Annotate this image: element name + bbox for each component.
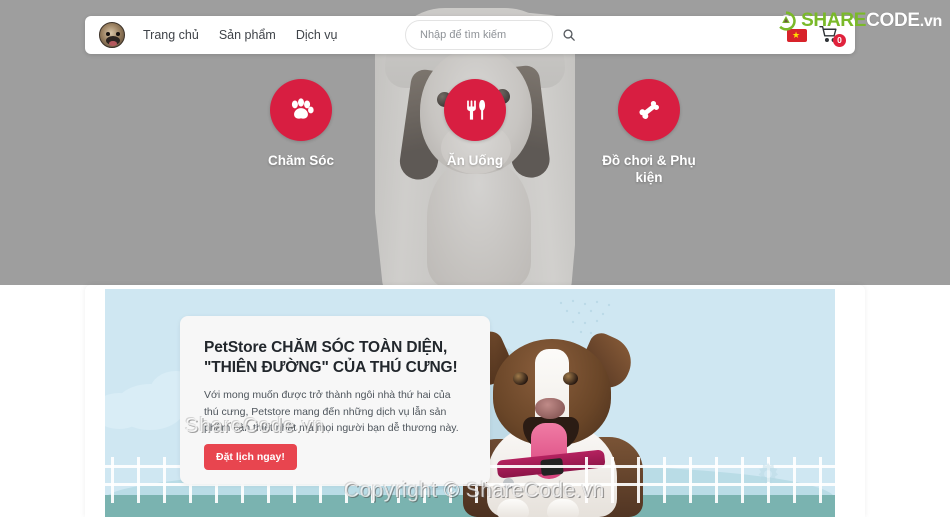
promo-banner-card: PetStore CHĂM SÓC TOÀN DIỆN, "THIÊN ĐƯỜN… [85,285,865,517]
shopping-cart-icon[interactable]: 0 [819,25,846,47]
promo-banner: PetStore CHĂM SÓC TOÀN DIỆN, "THIÊN ĐƯỜN… [105,289,835,517]
nav-item-dich-vu[interactable]: Dịch vụ [296,28,338,42]
search-input[interactable] [420,29,562,41]
banner-headline: PetStore CHĂM SÓC TOÀN DIỆN, "THIÊN ĐƯỜN… [204,338,466,378]
category-circle[interactable] [618,79,680,141]
fence-post [611,457,614,503]
site-header: Trang chủ Sản phẩm Dịch vụ ★ [85,16,855,54]
fork-knife-icon [461,96,489,124]
bone-toy-icon [635,96,663,124]
vietnam-flag-icon[interactable]: ★ [787,28,807,42]
nav-item-trang-chu[interactable]: Trang chủ [143,28,199,42]
category-circle[interactable] [444,79,506,141]
fence-post [793,457,796,503]
flag-star: ★ [792,29,801,40]
avatar-tongue [109,41,117,46]
header-right-actions: ★ 0 [787,16,846,54]
fence-post [137,457,140,503]
nav-item-san-pham[interactable]: Sản phẩm [219,28,276,42]
banner-headline-line1: PetStore CHĂM SÓC TOÀN DIỆN, [204,339,448,356]
category-label: Đồ chơi & Phụ kiện [602,153,696,185]
fence-post [689,457,692,503]
fence-post [637,457,640,503]
category-item-an-uong[interactable]: Ăn Uống [420,79,530,186]
page-root: Chăm Sóc Ăn Uống Đồ chơi & Phụ kiện Tran… [0,0,950,517]
banner-paragraph: Với mong muốn được trở thành ngôi nhà th… [204,389,459,434]
dog-nose [535,398,565,419]
fence-post [585,457,588,503]
gear-icon [753,459,783,489]
fence-post [715,457,718,503]
brand-logo-avatar[interactable] [99,22,125,48]
dog-eye-left [513,372,528,385]
cart-badge-count: 0 [833,34,846,47]
search-box[interactable] [405,20,575,50]
fence-post [163,457,166,503]
category-label: Ăn Uống [446,153,504,168]
fence-post [663,457,666,503]
category-item-cham-soc[interactable]: Chăm Sóc [246,79,356,186]
dog-eye-right [563,372,578,385]
avatar-eye-right [116,32,120,36]
search-icon[interactable] [562,28,576,42]
main-navigation: Trang chủ Sản phẩm Dịch vụ [143,28,338,42]
paw-icon [286,95,316,125]
banner-headline-line2: "THIÊN ĐƯỜNG" CỦA THÚ CƯNG! [204,359,458,376]
book-appointment-button[interactable]: Đặt lịch ngay! [204,444,297,470]
content-area: PetStore CHĂM SÓC TOÀN DIỆN, "THIÊN ĐƯỜN… [0,285,950,517]
category-circle[interactable] [270,79,332,141]
banner-text-card: PetStore CHĂM SÓC TOÀN DIỆN, "THIÊN ĐƯỜN… [180,316,490,484]
category-item-do-choi-phu-kien[interactable]: Đồ chơi & Phụ kiện [594,79,704,186]
category-shortcut-row: Chăm Sóc Ăn Uống Đồ chơi & Phụ kiện [0,79,950,186]
fence-post [819,457,822,503]
fence-post [741,457,744,503]
fence-post [111,457,114,503]
category-label: Chăm Sóc [267,153,335,168]
